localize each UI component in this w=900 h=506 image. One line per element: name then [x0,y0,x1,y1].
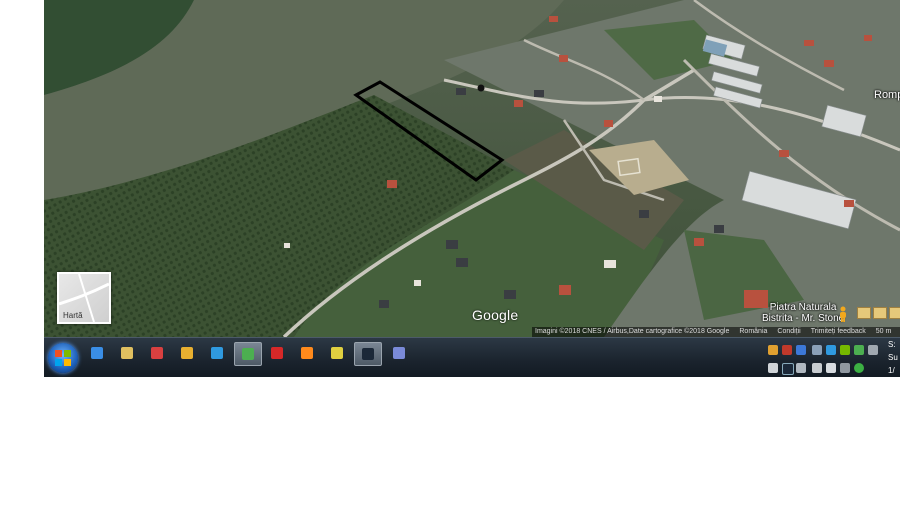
chrome-icon [242,348,254,360]
map-attribution-bar: Imagini ©2018 CNES / Airbus,Date cartogr… [532,327,900,337]
tray-app-icon[interactable] [840,363,850,373]
tray-app-icon[interactable] [796,363,806,373]
place-label-line-2: Bistrita - Mr. Stone [762,313,845,324]
app-chart-icon [331,347,343,359]
app-window-taskbar-button[interactable] [386,342,412,364]
ie-icon [91,347,103,359]
firefox-icon [301,347,313,359]
explorer-icon [121,347,133,359]
tray-app-icon[interactable] [854,363,864,373]
firefox-taskbar-button[interactable] [294,342,320,364]
country-label: România [739,328,768,335]
app-chart-taskbar-button[interactable] [324,342,350,364]
tray-app-icon[interactable] [826,345,836,355]
map-control-button[interactable] [873,307,887,319]
place-label-line-1: Piatra Naturala [769,302,837,313]
ie-taskbar-button[interactable] [84,342,110,364]
network-icon[interactable] [812,345,822,355]
google-logo: Google [472,307,519,323]
map-control-button[interactable] [857,307,871,319]
place-label-rompetrol[interactable]: Romp [874,89,900,101]
tray-app-icon[interactable] [868,345,878,355]
feedback-link[interactable]: Trimiteți feedback [811,327,866,337]
tray-app-icon[interactable] [812,363,822,373]
steam-tray-icon[interactable] [782,363,794,375]
nvidia-icon[interactable] [840,345,850,355]
place-label-piatra-naturala[interactable]: Piatra Naturala Bistrita - Mr. Stone [762,302,844,324]
scale-label[interactable]: 50 m [876,327,892,337]
system-tray [766,341,900,377]
pegman-icon[interactable] [836,306,850,322]
app-window-icon [393,347,405,359]
imagery-attribution: Imagini ©2018 CNES / Airbus,Date cartogr… [535,328,730,335]
app-bolt-icon [211,347,223,359]
explorer-taskbar-button[interactable] [114,342,140,364]
map-view-controls [857,307,900,319]
taskbar-clock[interactable]: S: Su 1/ [888,338,898,377]
app-tools-icon [181,347,193,359]
satellite-map[interactable]: Romp Piatra Naturala Bistrita - Mr. Ston… [44,0,900,337]
tray-app-icon[interactable] [854,345,864,355]
clock-line-3: 1/ [888,366,895,375]
volume-icon[interactable] [826,363,836,373]
map-control-button[interactable] [889,307,900,319]
clock-line-2: Su [888,353,898,362]
terms-link[interactable]: Condiții [777,327,800,337]
tray-app-icon[interactable] [796,345,806,355]
app-tools-taskbar-button[interactable] [174,342,200,364]
tray-app-icon[interactable] [768,345,778,355]
windows-taskbar: S: Su 1/ [44,337,900,377]
clock-line-1: S: [888,340,896,349]
steam-taskbar-button[interactable] [354,342,382,366]
map-type-toggle[interactable]: Hartă [57,272,111,324]
satellite-imagery [44,0,900,337]
tray-app-icon[interactable] [782,345,792,355]
app-flag-icon [151,347,163,359]
map-type-label: Hartă [63,311,83,320]
steam-icon [362,348,374,360]
screenshot: Romp Piatra Naturala Bistrita - Mr. Ston… [44,0,900,377]
start-button[interactable] [48,343,78,373]
windows-logo-icon [55,350,71,366]
chrome-taskbar-button[interactable] [234,342,262,366]
app-bolt-taskbar-button[interactable] [204,342,230,364]
app-flag-taskbar-button[interactable] [144,342,170,364]
app-m-icon [271,347,283,359]
tray-app-icon[interactable] [768,363,778,373]
app-m-taskbar-button[interactable] [264,342,290,364]
